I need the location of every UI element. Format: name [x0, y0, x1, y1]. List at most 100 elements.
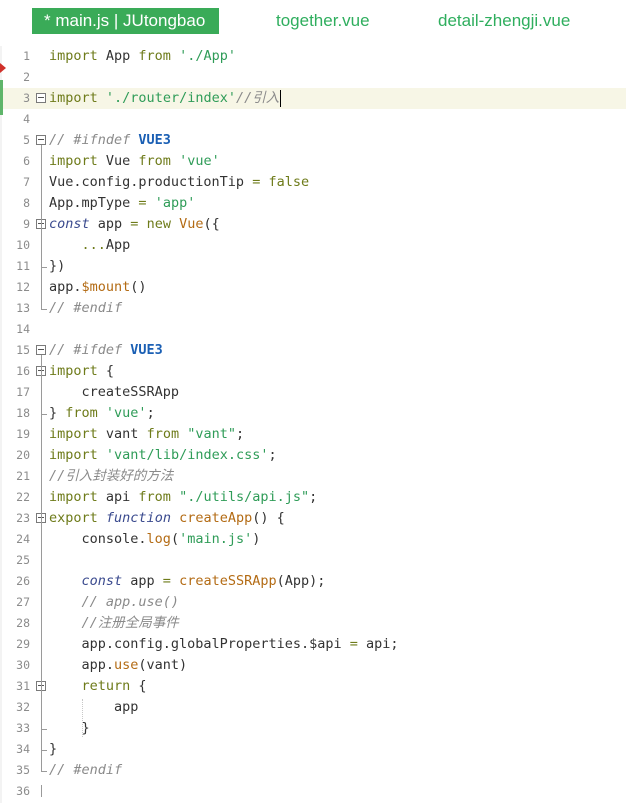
code-token: from	[138, 48, 171, 64]
code-token: import	[49, 363, 98, 379]
code-token: import	[49, 48, 98, 64]
fold-end-marker	[41, 309, 47, 310]
code-line[interactable]: 3 import './router/index'//引入	[0, 88, 626, 109]
code-token: 'vue'	[179, 153, 220, 169]
code-line[interactable]: 23 export function createApp() {	[0, 508, 626, 529]
fold-guide	[41, 229, 42, 267]
code-token: import	[49, 426, 98, 442]
code-line[interactable]: 6 import Vue from 'vue'	[0, 151, 626, 172]
code-line[interactable]: 12 app.$mount()	[0, 277, 626, 298]
code-line[interactable]: 17 createSSRApp	[0, 382, 626, 403]
code-token: './router/index'	[105, 90, 236, 106]
code-line[interactable]: 18} from 'vue';	[0, 403, 626, 424]
code-token: import	[49, 447, 98, 463]
code-text: app.config.globalProperties.$api = api;	[49, 634, 399, 655]
code-line[interactable]: 5 // #ifndef VUE3	[0, 130, 626, 151]
line-number: 3	[23, 91, 30, 105]
code-line[interactable]: 19 import vant from "vant";	[0, 424, 626, 445]
fold-end-marker	[41, 771, 47, 772]
code-line[interactable]: 8 App.mpType = 'app'	[0, 193, 626, 214]
code-token: =	[162, 573, 171, 589]
code-line[interactable]: 11})	[0, 256, 626, 277]
fold-toggle-icon[interactable]	[36, 93, 46, 103]
tab-main-js[interactable]: * main.js | JUtongbao	[32, 8, 220, 34]
code-token: ...	[81, 237, 106, 253]
code-token: app	[89, 216, 131, 232]
line-number: 35	[16, 763, 30, 777]
code-text: export function createApp() {	[49, 508, 285, 529]
fold-end-marker	[41, 414, 47, 415]
line-number: 9	[23, 217, 30, 231]
code-line[interactable]: 26 const app = createSSRApp(App);	[0, 571, 626, 592]
code-text: import api from "./utils/api.js";	[49, 487, 317, 508]
code-line[interactable]: 20 import 'vant/lib/index.css';	[0, 445, 626, 466]
code-line[interactable]: 27 // app.use()	[0, 592, 626, 613]
code-token: api;	[357, 636, 399, 652]
code-token: from	[138, 489, 171, 505]
code-token: App	[97, 48, 139, 64]
line-number: 21	[16, 469, 30, 483]
code-line[interactable]: 32 app	[0, 697, 626, 718]
line-number: 18	[16, 406, 30, 420]
code-line[interactable]: 30 app.use(vant)	[0, 655, 626, 676]
code-line[interactable]: 25	[0, 550, 626, 571]
line-number: 34	[16, 742, 30, 756]
code-line[interactable]: 9 const app = new Vue({	[0, 214, 626, 235]
fold-toggle-icon[interactable]	[36, 135, 46, 145]
line-number: 5	[23, 133, 30, 147]
code-line[interactable]: 36	[0, 781, 626, 802]
code-text: app	[49, 697, 138, 718]
code-token: const	[81, 573, 123, 589]
line-number: 4	[23, 112, 30, 126]
tab-detail-zhengji-vue[interactable]: detail-zhengji.vue	[438, 8, 570, 34]
code-line[interactable]: 21 //引入封装好的方法	[0, 466, 626, 487]
code-token: "./utils/api.js"	[179, 489, 310, 505]
line-number: 12	[16, 280, 30, 294]
change-marker	[0, 80, 3, 115]
code-line[interactable]: 13 // #endif	[0, 298, 626, 319]
code-line[interactable]: 29 app.config.globalProperties.$api = ap…	[0, 634, 626, 655]
code-text: return {	[49, 676, 147, 697]
code-line[interactable]: 22 import api from "./utils/api.js";	[0, 487, 626, 508]
error-marker-icon[interactable]	[0, 63, 6, 73]
code-line[interactable]: 1 import App from './App'	[0, 46, 626, 67]
code-line[interactable]: 2	[0, 67, 626, 88]
fold-end-marker	[41, 729, 47, 730]
indent-guide	[82, 699, 83, 737]
code-line[interactable]: 16 import {	[0, 361, 626, 382]
code-token: $mount	[81, 279, 131, 295]
code-token: Vue	[97, 153, 139, 169]
code-line[interactable]: 4	[0, 109, 626, 130]
code-line[interactable]: 28 //注册全局事件	[0, 613, 626, 634]
code-text: import App from './App'	[49, 46, 236, 67]
code-token: }	[49, 405, 66, 421]
code-text: // #ifndef VUE3	[49, 130, 171, 151]
code-line[interactable]: 24 console.log('main.js')	[0, 529, 626, 550]
code-line[interactable]: 15 // #ifdef VUE3	[0, 340, 626, 361]
fold-toggle-icon[interactable]	[36, 345, 46, 355]
code-token: from	[138, 153, 171, 169]
fold-guide	[41, 785, 42, 797]
code-text: import './router/index'//引入	[49, 88, 282, 109]
code-token: 'main.js'	[179, 531, 253, 547]
code-line[interactable]: 7 Vue.config.productionTip = false	[0, 172, 626, 193]
code-line[interactable]: 31 return {	[0, 676, 626, 697]
code-token: App.mpType	[49, 195, 139, 211]
code-text: // #endif	[49, 760, 122, 781]
code-line[interactable]: 34}	[0, 739, 626, 760]
code-token: vant	[97, 426, 147, 442]
tab-together-vue[interactable]: together.vue	[276, 8, 370, 34]
code-token: ;	[236, 426, 245, 442]
code-token: =	[349, 636, 358, 652]
code-editor[interactable]: 1 import App from './App' 2 3 import './rout…	[0, 46, 626, 803]
code-line[interactable]: 33 }	[0, 718, 626, 739]
code-line[interactable]: 14	[0, 319, 626, 340]
code-line[interactable]: 35 // #endif	[0, 760, 626, 781]
code-line[interactable]: 10 ...App	[0, 235, 626, 256]
code-token: }	[49, 741, 58, 757]
